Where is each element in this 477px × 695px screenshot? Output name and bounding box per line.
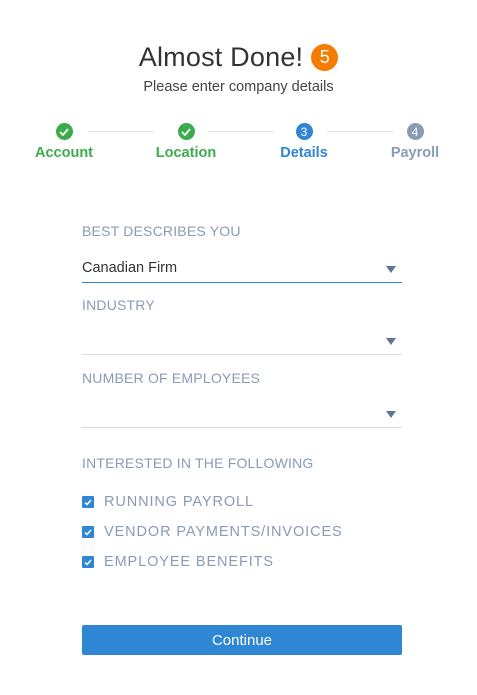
checkbox-label: EMPLOYEE BENEFITS	[104, 554, 275, 570]
employees-select[interactable]	[82, 403, 402, 428]
checkbox-running-payroll[interactable]: RUNNING PAYROLL	[82, 494, 254, 510]
step-account: Account	[4, 123, 124, 161]
industry-label: INDUSTRY	[82, 297, 155, 313]
check-icon	[177, 123, 195, 140]
dropdown-arrow-icon	[386, 266, 396, 273]
step-details: 3 Details	[244, 123, 364, 161]
page-subtitle: Please enter company details	[143, 79, 334, 95]
checkbox-vendor-payments[interactable]: VENDOR PAYMENTS/INVOICES	[82, 524, 343, 540]
describes-you-value: Canadian Firm	[82, 260, 178, 276]
step-number-payroll: 4	[406, 123, 424, 140]
dropdown-arrow-icon	[386, 411, 396, 418]
header: Almost Done! 5	[0, 42, 477, 73]
step-label-payroll: Payroll	[390, 145, 440, 161]
employees-label: NUMBER OF EMPLOYEES	[82, 370, 261, 386]
remaining-steps-badge: 5	[311, 44, 339, 71]
progress-stepper: Account Location 3 Details 4 Payroll	[0, 123, 477, 168]
checkbox-checked-icon[interactable]	[82, 526, 94, 538]
checkbox-checked-icon[interactable]	[82, 556, 94, 568]
step-location: Location	[126, 123, 246, 161]
step-label-details: Details	[280, 145, 328, 161]
checkbox-label: RUNNING PAYROLL	[104, 494, 254, 510]
describes-you-select[interactable]: Canadian Firm	[82, 258, 402, 283]
step-payroll: 4 Payroll	[355, 123, 475, 161]
step-number-details: 3	[295, 123, 313, 140]
step-label-location: Location	[155, 145, 217, 161]
continue-button[interactable]: Continue	[82, 625, 402, 655]
page-title: Almost Done!	[138, 42, 304, 72]
checkbox-label: VENDOR PAYMENTS/INVOICES	[104, 524, 343, 540]
interests-label: INTERESTED IN THE FOLLOWING	[82, 455, 314, 471]
describes-you-label: BEST DESCRIBES YOU	[82, 223, 241, 239]
step-label-account: Account	[35, 145, 93, 161]
check-icon	[55, 123, 73, 140]
checkbox-employee-benefits[interactable]: EMPLOYEE BENEFITS	[82, 554, 274, 570]
dropdown-arrow-icon	[386, 338, 396, 345]
industry-select[interactable]	[82, 330, 402, 355]
signup-details-page: Almost Done! 5 Please enter company deta…	[0, 0, 477, 695]
checkbox-checked-icon[interactable]	[82, 496, 94, 508]
